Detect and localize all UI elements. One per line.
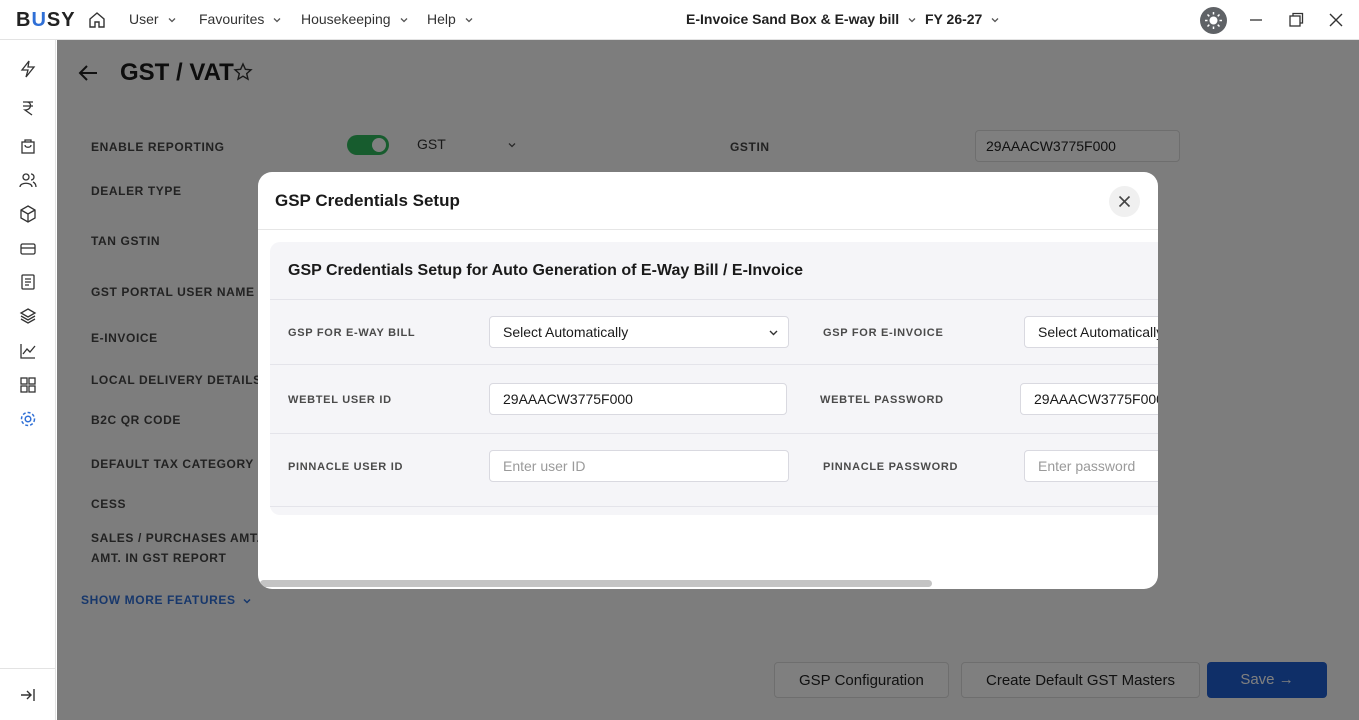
gsp-eway-select[interactable]: Select Automatically bbox=[489, 316, 789, 348]
gsp-einvoice-value: Select Automatically bbox=[1038, 324, 1158, 340]
webtel-password-label: WEBTEL PASSWORD bbox=[820, 394, 944, 406]
sidebar-footer bbox=[0, 668, 56, 720]
chevron-down-icon bbox=[465, 18, 473, 23]
gsp-credentials-modal: GSP Credentials Setup GSP Credentials Se… bbox=[258, 172, 1158, 589]
menu-favourites[interactable]: Favourites bbox=[199, 11, 282, 27]
logo-text-2: U bbox=[31, 9, 47, 31]
box-icon[interactable] bbox=[19, 205, 37, 223]
gsp-eway-label: GSP FOR E-WAY BILL bbox=[288, 327, 416, 339]
menu-label: User bbox=[129, 11, 159, 27]
chevron-down-icon bbox=[168, 18, 176, 23]
menu-housekeeping[interactable]: Housekeeping bbox=[301, 11, 409, 27]
rupee-icon[interactable] bbox=[19, 99, 37, 117]
menu-help[interactable]: Help bbox=[427, 11, 474, 27]
fiscal-year-selector[interactable]: FY 26-27 bbox=[925, 11, 1000, 27]
chevron-down-icon bbox=[273, 18, 281, 23]
logo-text-3: SY bbox=[46, 9, 76, 31]
home-icon[interactable] bbox=[88, 11, 106, 29]
minimize-icon[interactable] bbox=[1246, 10, 1266, 30]
chevron-down-icon bbox=[769, 330, 778, 336]
webtel-user-input[interactable]: 29AAACW3775F000 bbox=[489, 383, 787, 415]
gsp-einvoice-label: GSP FOR E-INVOICE bbox=[823, 327, 944, 339]
gear-icon[interactable] bbox=[19, 410, 37, 428]
chevron-down-icon bbox=[908, 18, 916, 23]
pinnacle-password-label: PINNACLE PASSWORD bbox=[823, 461, 959, 473]
row-divider bbox=[270, 299, 1158, 300]
theme-toggle-button[interactable] bbox=[1200, 7, 1227, 34]
sun-icon bbox=[1205, 12, 1222, 29]
pinnacle-password-input[interactable]: Enter password bbox=[1024, 450, 1158, 482]
row-divider bbox=[270, 364, 1158, 365]
grid-icon[interactable] bbox=[19, 376, 37, 394]
menu-label: Housekeeping bbox=[301, 11, 391, 27]
restore-icon[interactable] bbox=[1286, 10, 1306, 30]
menu-label: Favourites bbox=[199, 11, 265, 27]
company-name: E-Invoice Sand Box & E-way bill bbox=[686, 11, 900, 27]
expand-sidebar-icon[interactable] bbox=[19, 686, 37, 704]
layers-icon[interactable] bbox=[19, 307, 37, 325]
modal-title: GSP Credentials Setup bbox=[275, 191, 460, 210]
gsp-eway-value: Select Automatically bbox=[503, 324, 629, 340]
shopping-bag-icon[interactable] bbox=[19, 137, 37, 155]
row-divider bbox=[270, 506, 1158, 507]
chevron-down-icon bbox=[400, 18, 407, 23]
gsp-einvoice-select[interactable]: Select Automatically bbox=[1024, 316, 1158, 348]
card-title: GSP Credentials Setup for Auto Generatio… bbox=[288, 262, 804, 279]
logo-text-1: B bbox=[16, 9, 32, 31]
top-bar: BUSY User Favourites Housekeeping Help E… bbox=[0, 0, 1359, 40]
pinnacle-user-label: PINNACLE USER ID bbox=[288, 461, 404, 473]
modal-divider bbox=[258, 229, 1158, 230]
webtel-password-input[interactable]: 29AAACW3775F000 bbox=[1020, 383, 1158, 415]
company-selector[interactable]: E-Invoice Sand Box & E-way bill bbox=[686, 11, 917, 27]
credentials-card: GSP Credentials Setup for Auto Generatio… bbox=[270, 242, 1158, 515]
document-icon[interactable] bbox=[19, 273, 37, 291]
users-icon[interactable] bbox=[19, 171, 37, 189]
close-icon bbox=[1118, 195, 1131, 208]
lightning-icon[interactable] bbox=[19, 60, 37, 78]
pinnacle-user-input[interactable]: Enter user ID bbox=[489, 450, 789, 482]
horizontal-scrollbar[interactable] bbox=[260, 580, 932, 587]
menu-user[interactable]: User bbox=[129, 11, 177, 27]
close-window-icon[interactable] bbox=[1326, 10, 1346, 30]
busy-logo[interactable]: BUSY bbox=[16, 9, 76, 32]
menu-label: Help bbox=[427, 11, 456, 27]
card-icon[interactable] bbox=[19, 240, 37, 258]
fiscal-year: FY 26-27 bbox=[925, 11, 983, 27]
webtel-user-label: WEBTEL USER ID bbox=[288, 394, 392, 406]
chevron-down-icon bbox=[991, 18, 999, 23]
row-divider bbox=[270, 433, 1158, 434]
sidebar bbox=[0, 40, 56, 720]
chart-icon[interactable] bbox=[19, 342, 37, 360]
close-modal-button[interactable] bbox=[1109, 186, 1140, 217]
